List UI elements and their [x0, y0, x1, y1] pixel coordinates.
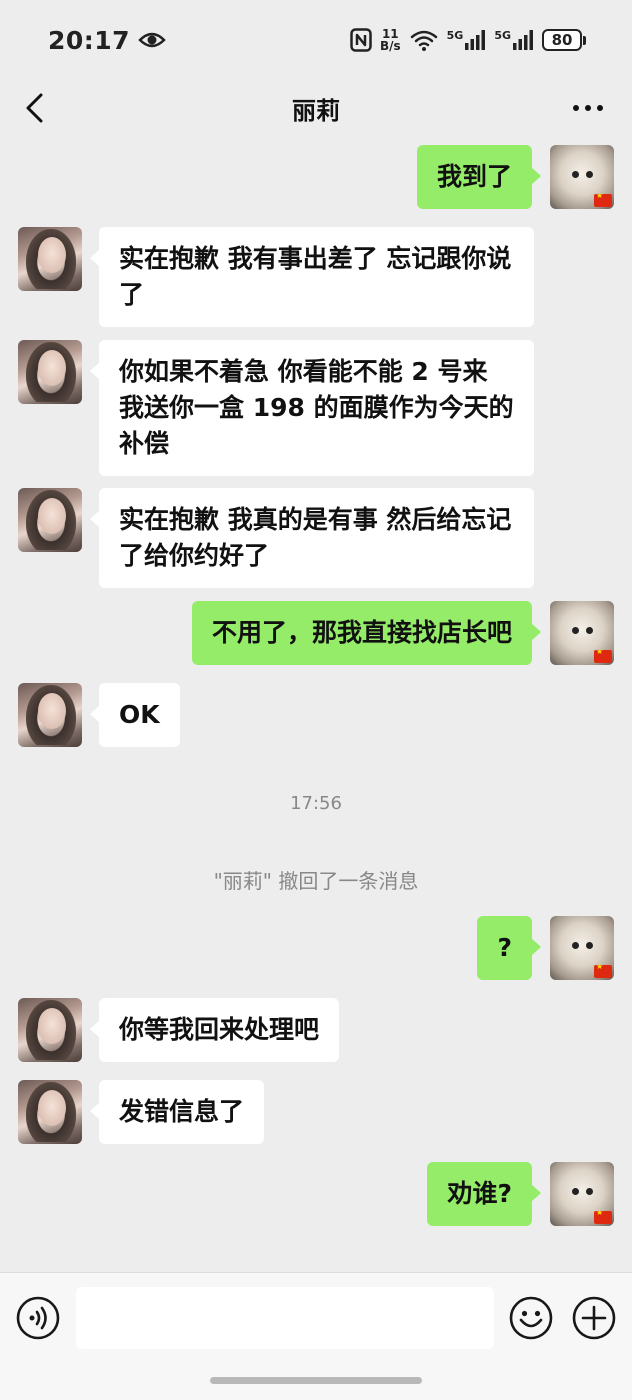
home-indicator[interactable]: [210, 1377, 422, 1384]
my-avatar[interactable]: [550, 1162, 614, 1226]
time-divider: 17:56: [290, 793, 342, 814]
flag-badge: [594, 1208, 612, 1224]
contact-avatar[interactable]: [18, 1080, 82, 1144]
recall-notice: "丽莉" 撤回了一条消息: [213, 869, 419, 893]
message-bubble-out[interactable]: ?: [477, 916, 541, 980]
input-bar: [0, 1272, 632, 1400]
avatar-eye: [586, 627, 593, 634]
message-bubble-out[interactable]: 劝谁?: [427, 1162, 541, 1226]
flag-badge: [594, 647, 612, 663]
avatar-eye: [572, 627, 579, 634]
eye-icon: [138, 30, 166, 50]
contact-avatar[interactable]: [18, 683, 82, 747]
avatar-eye: [572, 942, 579, 949]
message-bubble-in[interactable]: 发错信息了: [89, 1080, 265, 1144]
message-bubble-out[interactable]: 我到了: [416, 145, 542, 209]
battery-level: 80: [542, 29, 582, 51]
status-left: 20:17: [48, 26, 166, 55]
signal-icon: 5G: [447, 29, 487, 51]
avatar-face: [38, 1008, 66, 1044]
nfc-icon: [350, 28, 372, 52]
avatar-face: [38, 693, 66, 729]
my-avatar[interactable]: [550, 916, 614, 980]
flag-badge: [594, 191, 612, 207]
status-icons: 11 B/s 5G 5G 80: [350, 28, 586, 52]
plus-icon[interactable]: [572, 1296, 616, 1340]
avatar-eye: [586, 1188, 593, 1195]
contact-avatar[interactable]: [18, 227, 82, 291]
message-input[interactable]: [76, 1287, 494, 1349]
signal-2-label: 5G: [494, 29, 511, 42]
contact-avatar[interactable]: [18, 340, 82, 404]
emoji-icon[interactable]: [509, 1296, 553, 1340]
message-bubble-out[interactable]: 不用了，那我直接找店长吧: [191, 601, 542, 665]
avatar-eye: [572, 1188, 579, 1195]
avatar-eye: [586, 171, 593, 178]
chat-header: 丽莉: [0, 80, 632, 136]
net-speed: 11 B/s: [380, 28, 401, 52]
avatar-face: [38, 350, 66, 386]
avatar-face: [38, 498, 66, 534]
avatar-eye: [572, 171, 579, 178]
battery-tip: [583, 35, 586, 45]
status-time: 20:17: [48, 25, 131, 55]
avatar-eye: [586, 942, 593, 949]
message-bubble-in[interactable]: 实在抱歉 我有事出差了 忘记跟你说了: [90, 227, 534, 327]
message-bubble-in[interactable]: OK: [90, 683, 180, 747]
contact-avatar[interactable]: [18, 998, 82, 1062]
wifi-icon: [409, 28, 439, 52]
my-avatar[interactable]: [550, 601, 614, 665]
signal-1-label: 5G: [446, 29, 464, 42]
message-bubble-in[interactable]: 你等我回来处理吧: [89, 998, 340, 1062]
message-bubble-in[interactable]: 实在抱歉 我真的是有事 然后给忘记了给你约好了: [90, 488, 534, 588]
signal-icon: 5G: [494, 29, 534, 51]
status-bar: 20:17 11 B/s 5G 5G 80: [0, 0, 632, 80]
back-icon[interactable]: [22, 92, 50, 124]
flag-badge: [594, 962, 612, 978]
voice-icon[interactable]: [16, 1296, 60, 1340]
avatar-face: [38, 1090, 66, 1126]
contact-avatar[interactable]: [18, 488, 82, 552]
avatar-face: [38, 237, 66, 273]
net-speed-unit: B/s: [379, 39, 401, 53]
my-avatar[interactable]: [550, 145, 614, 209]
chat-title: 丽莉: [292, 96, 340, 125]
message-bubble-in[interactable]: 你如果不着急 你看能不能 2 号来 我送你一盒 198 的面膜作为今天的补偿: [90, 340, 534, 476]
more-icon[interactable]: [570, 94, 606, 122]
battery-icon: 80: [542, 29, 586, 51]
